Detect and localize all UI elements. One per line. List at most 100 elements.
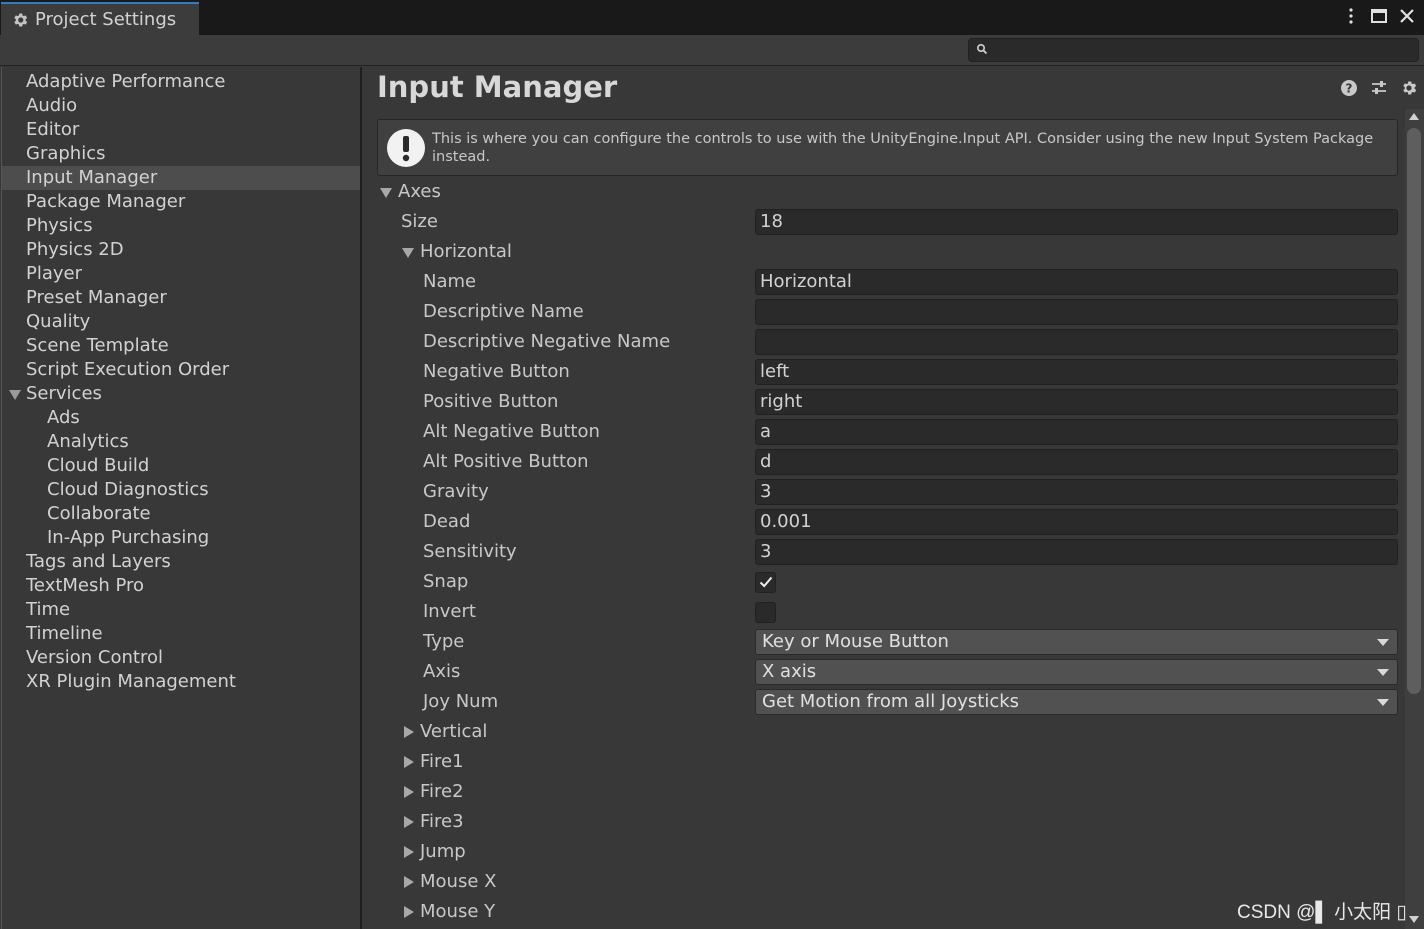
alt-negative-button-field[interactable]: a (755, 419, 1398, 445)
sidebar-item-audio[interactable]: Audio (2, 94, 361, 118)
sidebar-item-quality[interactable]: Quality (2, 310, 361, 334)
axes-foldout-arrow[interactable] (380, 188, 392, 198)
more-options-icon[interactable] (1342, 6, 1360, 26)
size-field[interactable]: 18 (755, 209, 1398, 235)
dead-field[interactable]: 0.001 (755, 509, 1398, 535)
close-icon[interactable] (1398, 6, 1416, 26)
sidebar-item-label: Adaptive Performance (26, 71, 226, 92)
joy-num-dropdown[interactable]: Get Motion from all Joysticks (755, 689, 1398, 715)
sidebar-item-label: Player (26, 263, 83, 284)
sidebar-item-script-execution-order[interactable]: Script Execution Order (2, 358, 361, 382)
fire2-foldout-arrow[interactable] (404, 786, 414, 798)
scroll-up-arrow-icon[interactable] (1409, 113, 1419, 120)
sidebar-item-collaborate[interactable]: Collaborate (2, 502, 361, 526)
sidebar-item-label: Physics 2D (26, 239, 124, 260)
sidebar-item-timeline[interactable]: Timeline (2, 622, 361, 646)
services-foldout-arrow-icon[interactable] (9, 390, 21, 400)
sidebar-item-time[interactable]: Time (2, 598, 361, 622)
sidebar-item-ads[interactable]: Ads (2, 406, 361, 430)
sidebar-item-physics[interactable]: Physics (2, 214, 361, 238)
fire3-foldout-label[interactable]: Fire3 (420, 807, 464, 837)
snap-checkbox[interactable] (755, 572, 776, 593)
sidebar-item-analytics[interactable]: Analytics (2, 430, 361, 454)
jump-foldout-label[interactable]: Jump (420, 837, 466, 867)
preset-icon[interactable] (1370, 79, 1388, 97)
vertical-foldout-label[interactable]: Vertical (420, 717, 487, 747)
descriptive-name-field[interactable] (755, 299, 1398, 325)
axis-dropdown[interactable]: X axis (755, 659, 1398, 685)
sidebar-item-package-manager[interactable]: Package Manager (2, 190, 361, 214)
help-icon[interactable]: ? (1340, 79, 1358, 97)
sidebar-item-adaptive-performance[interactable]: Adaptive Performance (2, 70, 361, 94)
page-title: Input Manager (377, 70, 618, 104)
sidebar-item-scene-template[interactable]: Scene Template (2, 334, 361, 358)
mouse-y-foldout-arrow[interactable] (404, 906, 414, 918)
sensitivity-field[interactable]: 3 (755, 539, 1398, 565)
sidebar-item-label: Input Manager (26, 167, 158, 188)
mouse-x-foldout-arrow[interactable] (404, 876, 414, 888)
jump-foldout-arrow[interactable] (404, 846, 414, 858)
project-settings-tab[interactable]: Project Settings (1, 2, 199, 35)
mouse-x-foldout-label[interactable]: Mouse X (420, 867, 496, 897)
toolbar (0, 35, 1424, 66)
descriptive-negative-name-field[interactable] (755, 329, 1398, 355)
alt-positive-button-label: Alt Positive Button (423, 451, 589, 472)
fire1-foldout-label[interactable]: Fire1 (420, 747, 464, 777)
fire3-foldout-arrow[interactable] (404, 816, 414, 828)
positive-button-field[interactable]: right (755, 389, 1398, 415)
sidebar-item-label: Services (26, 383, 102, 404)
sidebar-item-cloud-diagnostics[interactable]: Cloud Diagnostics (2, 478, 361, 502)
descriptive-name-label: Descriptive Name (423, 301, 584, 322)
sidebar-item-label: Preset Manager (26, 287, 167, 308)
help-box: This is where you can configure the cont… (377, 119, 1398, 176)
sidebar-item-label: In-App Purchasing (47, 527, 210, 548)
horizontal-foldout-label[interactable]: Horizontal (420, 237, 512, 267)
mouse-y-foldout-label[interactable]: Mouse Y (420, 897, 495, 927)
sidebar-item-services[interactable]: Services (2, 382, 361, 406)
horizontal-foldout-arrow[interactable] (402, 248, 414, 258)
sidebar-item-graphics[interactable]: Graphics (2, 142, 361, 166)
sidebar-item-label: Analytics (47, 431, 129, 452)
sidebar-item-label: Scene Template (26, 335, 169, 356)
dropdown-arrow-icon (1377, 639, 1389, 646)
sidebar-item-label: Cloud Diagnostics (47, 479, 209, 500)
settings-gear-icon[interactable] (1400, 79, 1418, 97)
negative-button-field[interactable]: left (755, 359, 1398, 385)
sidebar-item-tags-and-layers[interactable]: Tags and Layers (2, 550, 361, 574)
alt-positive-button-field[interactable]: d (755, 449, 1398, 475)
size-label: Size (401, 211, 438, 232)
sidebar-item-label: Script Execution Order (26, 359, 230, 380)
type-dropdown[interactable]: Key or Mouse Button (755, 629, 1398, 655)
scrollbar-thumb[interactable] (1407, 128, 1421, 694)
sidebar-item-player[interactable]: Player (2, 262, 361, 286)
sidebar-item-textmesh-pro[interactable]: TextMesh Pro (2, 574, 361, 598)
fire2-foldout-label[interactable]: Fire2 (420, 777, 464, 807)
sidebar-item-label: Quality (26, 311, 91, 332)
sidebar-item-physics-2d[interactable]: Physics 2D (2, 238, 361, 262)
vertical-foldout-arrow[interactable] (404, 726, 414, 738)
sidebar-item-in-app-purchasing[interactable]: In-App Purchasing (2, 526, 361, 550)
gear-icon (14, 12, 28, 27)
invert-checkbox[interactable] (755, 602, 776, 623)
sidebar-item-label: Ads (47, 407, 80, 428)
search-input[interactable] (968, 38, 1419, 62)
help-text: This is where you can configure the cont… (432, 131, 1374, 165)
sidebar-item-version-control[interactable]: Version Control (2, 646, 361, 670)
sidebar-item-xr-plugin-management[interactable]: XR Plugin Management (2, 670, 361, 694)
sidebar-item-label: XR Plugin Management (26, 671, 236, 692)
name-field[interactable]: Horizontal (755, 269, 1398, 295)
axes-foldout-label[interactable]: Axes (398, 177, 441, 207)
sidebar-item-cloud-build[interactable]: Cloud Build (2, 454, 361, 478)
joy-num-dropdown-value: Get Motion from all Joysticks (762, 691, 1020, 712)
maximize-icon[interactable] (1370, 6, 1388, 26)
joy-num-label: Joy Num (423, 691, 499, 712)
window-controls (1342, 6, 1416, 26)
vertical-scrollbar[interactable] (1405, 109, 1424, 929)
scroll-down-arrow-icon[interactable] (1409, 916, 1419, 923)
sidebar-item-input-manager[interactable]: Input Manager (2, 166, 361, 190)
search-icon (976, 43, 988, 55)
sidebar-item-preset-manager[interactable]: Preset Manager (2, 286, 361, 310)
sidebar-item-editor[interactable]: Editor (2, 118, 361, 142)
fire1-foldout-arrow[interactable] (404, 756, 414, 768)
gravity-field[interactable]: 3 (755, 479, 1398, 505)
